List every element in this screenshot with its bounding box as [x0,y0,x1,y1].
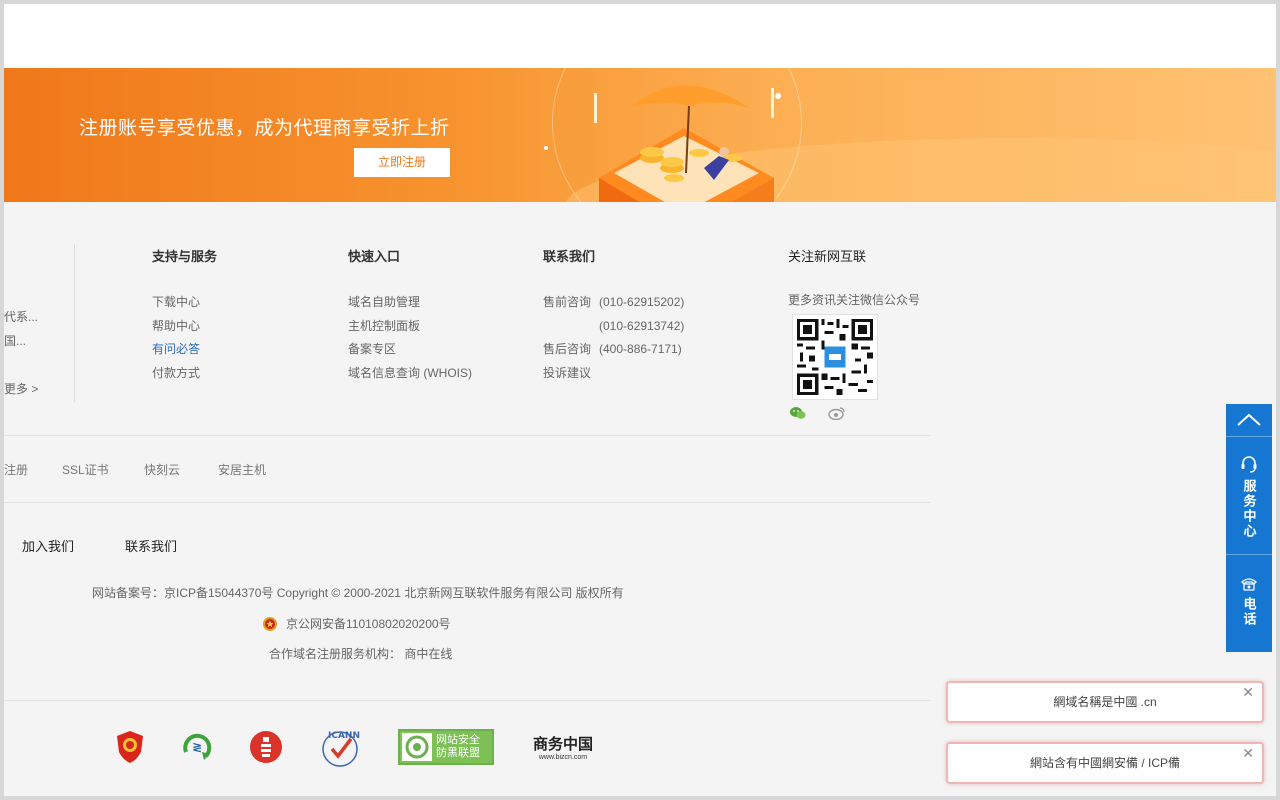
host-control-panel-link[interactable]: 主机控制面板 [348,315,472,339]
column-divider [74,244,75,402]
follow-title: 关注新网互联 [788,249,867,264]
follow-subtitle: 更多资讯关注微信公众号 [788,293,921,307]
support-column: 支持与服务 下载中心 帮助中心 有问必答 付款方式 [152,246,217,385]
telephone-icon [1241,578,1257,591]
security-alliance-badge[interactable]: 网站安全 防黑联盟 [398,729,494,765]
icann-cert-icon[interactable]: ICANN [318,725,362,769]
service-center-button[interactable]: 服务中心 [1226,437,1272,555]
aftersale-phone: (400-886-7171) [599,342,682,356]
wechat-qr-code [792,314,878,400]
copyright-text: 网站备案号：京ICP备15044370号 Copyright © 2000-20… [92,586,624,600]
green-arrow-svg: ≷ [183,733,212,760]
aftersale-label: 售后咨询 [543,342,592,356]
red-circle-cert-icon[interactable] [248,729,284,765]
bizcn-text: 商务中国 [532,736,593,753]
payment-method-link[interactable]: 付款方式 [152,362,217,386]
partner-text: 合作域名注册服务机构： 商中在线 [269,647,453,661]
promo-banner: 注册账号享受优惠，成为代理商享受折上折 立即注册 [4,68,1276,202]
contact-us-link[interactable]: 联系我们 [125,536,177,555]
red-shield-cert-icon[interactable] [114,729,146,765]
aftersale-row: 售后咨询 (400-886-7171) [543,338,684,362]
presale-row-2: (010-62913742) [543,315,684,339]
register-now-button[interactable]: 立即注册 [354,148,450,177]
join-us-link[interactable]: 加入我们 [22,536,74,555]
toast-close-icon[interactable]: ✕ [1242,734,1254,772]
security-alliance-box: 网站安全 防黑联盟 [398,729,494,765]
chevron-up-icon [1237,413,1261,426]
left-fragment-2: 国... [4,334,27,348]
back-to-top-button[interactable] [1226,404,1272,437]
left-more-link[interactable]: 更多 > [4,380,38,397]
bizcn-logo[interactable]: 商务中国 www.bizcn.com [528,727,598,767]
contact-column: 联系我们 售前咨询 (010-62915202) (010-62913742) 售… [543,246,684,385]
toast-close-icon[interactable]: ✕ [1242,673,1254,711]
service-center-label: 服务中心 [1241,479,1257,539]
divider-1 [4,435,930,436]
umbrella-illustration [544,85,781,202]
domain-self-manage-link[interactable]: 域名自助管理 [348,291,472,315]
contact-title: 联系我们 [543,249,596,264]
svg-text:≷: ≷ [192,740,202,754]
toast-icp: 網站含有中國網安備 / ICP備 ✕ [946,742,1264,784]
police-record-text[interactable]: 京公网安备11010802020200号 [286,615,451,632]
page-frame: 注册账号享受优惠，成为代理商享受折上折 立即注册 代系... 国... 更多 > [4,4,1276,796]
headset-icon [1241,456,1257,473]
divider-2 [4,502,930,503]
security-alliance-logo [402,733,432,761]
weibo-icon[interactable] [828,406,846,420]
presale-phone-2: (010-62913742) [599,318,685,333]
product-link-kuaikeyun[interactable]: 快刻云 [144,461,180,478]
green-arrow-cert-icon[interactable]: ≷ [179,729,215,765]
qr-image [797,319,873,395]
download-center-link[interactable]: 下载中心 [152,291,217,315]
support-title: 支持与服务 [152,249,218,264]
red-circle-svg [250,731,282,763]
police-record[interactable]: 京公网安备11010802020200号 [262,615,451,632]
toast-domain-cn: 網域名稱是中國 .cn ✕ [946,681,1264,723]
security-alliance-line2: 防黑联盟 [436,747,480,759]
icann-svg: ICANN [322,731,360,767]
product-link-ssl[interactable]: SSL证书 [62,461,109,478]
top-blank-bar [4,4,1276,68]
presale-phone-1: (010-62915202) [599,295,685,309]
side-service-bar: 服务中心 电话 [1226,404,1272,652]
icann-label: ICANN [328,731,360,741]
whois-link[interactable]: 域名信息查询 (WHOIS) [348,362,472,386]
presale-label: 售前咨询 [543,295,592,309]
red-shield-svg [117,731,143,763]
left-fragment-1: 代系... [4,310,39,324]
complaint-row[interactable]: 投诉建议 [543,362,684,386]
product-link-anju-host[interactable]: 安居主机 [218,461,266,478]
quick-entry-column: 快速入口 域名自助管理 主机控制面板 备案专区 域名信息查询 (WHOIS) [348,246,472,385]
faq-link[interactable]: 有问必答 [152,338,217,362]
banner-title: 注册账号享受优惠，成为代理商享受折上折 [79,118,450,139]
police-badge-icon [263,616,277,631]
phone-label: 电话 [1241,597,1257,627]
divider-3 [4,700,930,701]
toast-domain-cn-text: 網域名稱是中國 .cn [1053,695,1157,709]
wechat-icon[interactable] [790,406,806,420]
complaint-link[interactable]: 投诉建议 [543,366,591,380]
toast-icp-text: 網站含有中國網安備 / ICP備 [1029,756,1180,770]
social-icons [788,406,920,420]
help-center-link[interactable]: 帮助中心 [152,315,217,339]
product-link-register[interactable]: 注册 [4,461,28,478]
quick-entry-title: 快速入口 [348,249,401,264]
security-alliance-line1: 网站安全 [436,734,480,746]
presale-row: 售前咨询 (010-62915202) [543,291,684,315]
bizcn-url: www.bizcn.com [538,754,588,761]
follow-column: 关注新网互联 更多资讯关注微信公众号 [788,246,920,420]
security-alliance-text: 网站安全 防黑联盟 [436,734,480,760]
icp-filing-link[interactable]: 备案专区 [348,338,472,362]
phone-button[interactable]: 电话 [1226,555,1272,627]
